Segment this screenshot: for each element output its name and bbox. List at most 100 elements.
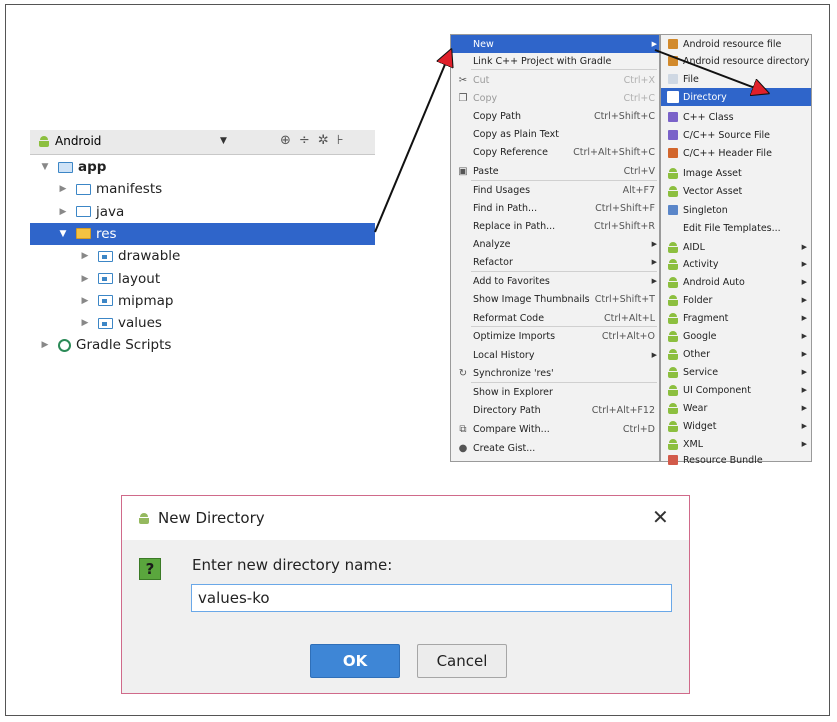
ok-button[interactable]: OK [310,644,400,678]
menu-item-reformat-code[interactable]: Reformat Code Ctrl+Alt+L [451,309,659,327]
menu-item-label: Copy Path [473,110,521,122]
menu-item-copy-reference[interactable]: Copy Reference Ctrl+Alt+Shift+C [451,143,659,161]
hide-icon[interactable]: ⊦ [337,133,344,148]
submenu-item-service[interactable]: Service ▶ [661,363,811,381]
submenu-item-edit-file-templates[interactable]: Edit File Templates... [661,219,811,237]
sync-target-icon[interactable]: ⊕ [280,133,291,148]
menu-item-create-gist[interactable]: ● Create Gist... [451,439,659,457]
submenu-item-label: Service [683,366,719,378]
menu-item-copy-as-plain-text[interactable]: Copy as Plain Text [451,125,659,143]
expand-arrow-icon[interactable]: ▶ [56,184,70,194]
menu-item-local-history[interactable]: Local History ▶ [451,346,659,364]
expand-arrow-icon[interactable]: ▶ [78,274,92,284]
submenu-item-android-resource-directory[interactable]: Android resource directory [661,52,811,70]
gradle-icon [58,338,71,352]
android-icon [667,330,679,342]
android-icon [667,348,679,360]
submenu-item-label: File [683,73,699,85]
submenu-item-label: Android resource file [683,38,782,50]
menu-item-find-usages[interactable]: Find Usages Alt+F7 [451,181,659,199]
collapse-arrow-icon[interactable]: ▼ [56,229,70,239]
tree-item-manifests[interactable]: ▶ manifests [30,178,375,200]
menu-item-label: Copy as Plain Text [473,128,559,140]
tree-item-mipmap[interactable]: ▶ mipmap [30,290,375,312]
submenu-arrow-icon: ▶ [651,40,657,48]
submenu-item-wear[interactable]: Wear ▶ [661,399,811,417]
submenu-item-c-c-source-file[interactable]: C/C++ Source File [661,126,811,144]
menu-item-copy-path[interactable]: Copy Path Ctrl+Shift+C [451,107,659,125]
collapse-arrow-icon[interactable]: ▼ [38,162,52,172]
submenu-item-android-auto[interactable]: Android Auto ▶ [661,273,811,291]
submenu-item-file[interactable]: File [661,70,811,88]
submenu-item-resource-bundle[interactable]: Resource Bundle [661,451,811,469]
directory-name-input[interactable] [191,584,672,612]
submenu-item-google[interactable]: Google ▶ [661,327,811,345]
menu-item-show-image-thumbnails[interactable]: Show Image Thumbnails Ctrl+Shift+T [451,290,659,308]
tree-item-drawable[interactable]: ▶ drawable [30,245,375,267]
tree-item-values[interactable]: ▶ values [30,312,375,334]
expand-arrow-icon[interactable]: ▶ [78,318,92,328]
tree-item-res[interactable]: ▼ res [30,222,375,245]
menu-item-link-c-project-with-gradle[interactable]: Link C++ Project with Gradle [451,52,659,70]
menu-item-shortcut: Ctrl+V [623,165,655,177]
submenu-arrow-icon: ▶ [801,350,807,358]
submenu-item-fragment[interactable]: Fragment ▶ [661,309,811,327]
menu-item-add-to-favorites[interactable]: Add to Favorites ▶ [451,272,659,290]
submenu-item-label: Fragment [683,312,729,324]
submenu-item-directory[interactable]: Directory [661,88,811,106]
close-icon[interactable]: ✕ [652,505,669,529]
cancel-button[interactable]: Cancel [417,644,507,678]
submenu-arrow-icon: ▶ [801,440,807,448]
menu-item-show-in-explorer[interactable]: Show in Explorer [451,383,659,401]
android-icon [667,167,679,179]
submenu-item-folder[interactable]: Folder ▶ [661,291,811,309]
menu-separator [471,69,657,70]
gear-icon[interactable]: ✲ [318,133,329,148]
expand-arrow-icon[interactable]: ▶ [78,251,92,261]
submenu-arrow-icon: ▶ [651,277,657,285]
submenu-item-other[interactable]: Other ▶ [661,345,811,363]
submenu-item-label: Widget [683,420,717,432]
submenu-item-vector-asset[interactable]: Vector Asset [661,182,811,200]
submenu-item-ui-component[interactable]: UI Component ▶ [661,381,811,399]
submenu-item-image-asset[interactable]: Image Asset [661,164,811,182]
submenu-item-activity[interactable]: Activity ▶ [661,255,811,273]
expand-arrow-icon[interactable]: ▶ [56,207,70,217]
submenu-item-c-class[interactable]: C++ Class [661,108,811,126]
tree-item-label: mipmap [118,292,174,309]
menu-item-compare-with[interactable]: ⧉ Compare With... Ctrl+D [451,420,659,438]
tree-item-app[interactable]: ▼ app [30,156,375,178]
menu-item-cut[interactable]: ✂ Cut Ctrl+X [451,71,659,89]
submenu-item-android-resource-file[interactable]: Android resource file [661,35,811,53]
menu-item-new[interactable]: New ▶ [451,35,659,53]
submenu-item-c-c-header-file[interactable]: C/C++ Header File [661,144,811,162]
menu-item-replace-in-path[interactable]: Replace in Path... Ctrl+Shift+R [451,217,659,235]
menu-item-label: Paste [473,165,499,177]
submenu-item-singleton[interactable]: Singleton [661,201,811,219]
menu-item-directory-path[interactable]: Directory Path Ctrl+Alt+F12 [451,401,659,419]
submenu-arrow-icon: ▶ [801,260,807,268]
collapse-icon[interactable]: ÷ [299,133,310,148]
compare-icon: ⧉ [459,423,467,435]
tree-item-java[interactable]: ▶ java [30,201,375,223]
tree-item-layout[interactable]: ▶ layout [30,268,375,290]
menu-item-label: Create Gist... [473,442,536,454]
menu-item-analyze[interactable]: Analyze ▶ [451,235,659,253]
resource-dir-icon [667,55,679,67]
expand-arrow-icon[interactable]: ▶ [38,340,52,350]
submenu-item-aidl[interactable]: AIDL ▶ [661,238,811,256]
android-icon [667,384,679,396]
submenu-item-widget[interactable]: Widget ▶ [661,417,811,435]
menu-item-synchronize-res[interactable]: ↻ Synchronize 'res' [451,364,659,382]
menu-item-paste[interactable]: ▣ Paste Ctrl+V [451,162,659,180]
menu-item-label: Find Usages [473,184,531,196]
tree-item-gradle-scripts[interactable]: ▶ Gradle Scripts [30,334,375,356]
menu-item-copy[interactable]: ❐ Copy Ctrl+C [451,89,659,107]
menu-item-optimize-imports[interactable]: Optimize Imports Ctrl+Alt+O [451,327,659,345]
chevron-down-icon[interactable]: ▼ [220,136,227,146]
view-selector[interactable]: Android [38,134,101,148]
menu-item-label: Replace in Path... [473,220,556,232]
menu-item-refactor[interactable]: Refactor ▶ [451,253,659,271]
menu-item-find-in-path[interactable]: Find in Path... Ctrl+Shift+F [451,199,659,217]
expand-arrow-icon[interactable]: ▶ [78,296,92,306]
